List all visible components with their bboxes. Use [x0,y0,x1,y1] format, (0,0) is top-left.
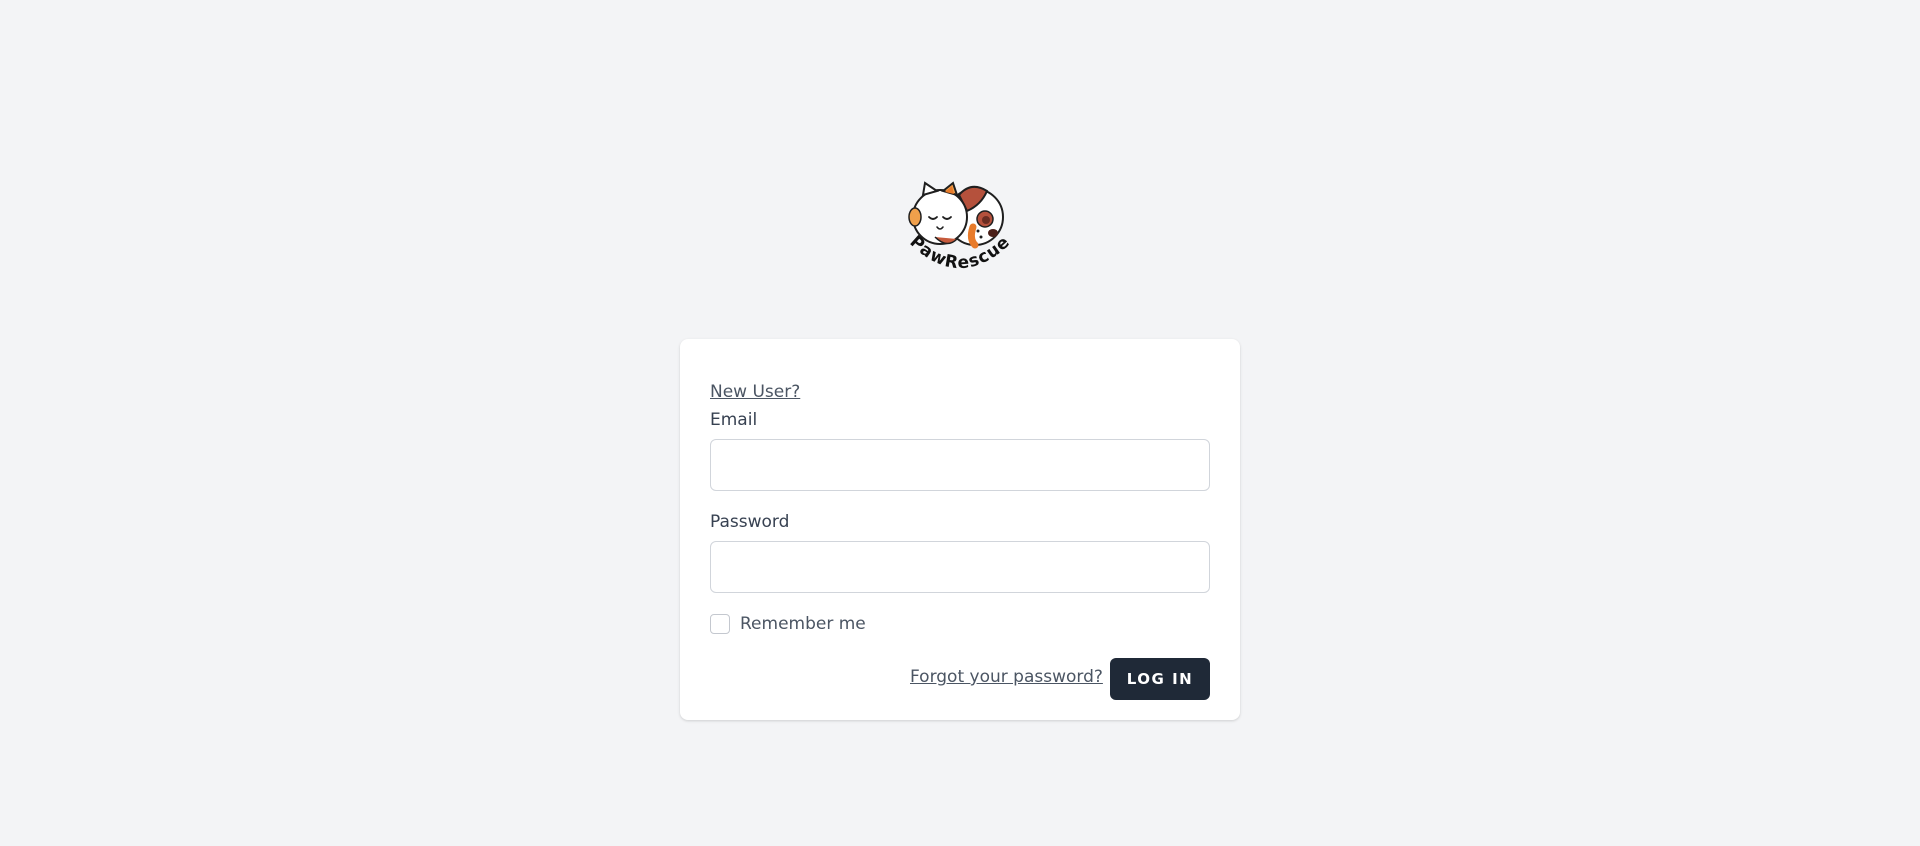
remember-me-row: Remember me [710,614,866,634]
pawrescue-logo: PawRescue [906,181,1013,273]
login-page: PawRescue New User? Email Password Remem… [0,0,1920,846]
login-card: New User? Email Password Remember me For… [680,339,1240,720]
remember-me-label[interactable]: Remember me [740,614,866,634]
email-label: Email [710,410,758,430]
password-label: Password [710,512,790,532]
new-user-link[interactable]: New User? [710,382,800,402]
password-field[interactable] [710,541,1210,593]
forgot-password-link[interactable]: Forgot your password? [910,667,1103,687]
login-button[interactable]: LOG IN [1110,658,1210,700]
email-field[interactable] [710,439,1210,491]
remember-me-checkbox[interactable] [710,614,730,634]
